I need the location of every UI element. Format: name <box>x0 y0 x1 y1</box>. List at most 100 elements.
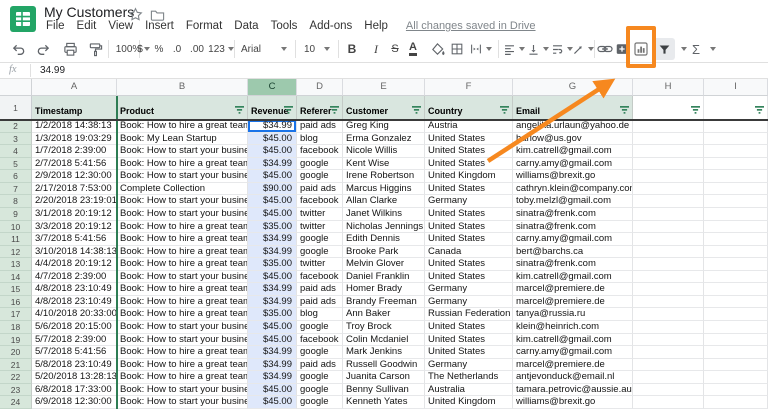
row-number-7[interactable]: 7 <box>0 183 32 196</box>
cell-c15[interactable]: $34.99 <box>248 283 297 296</box>
row-number-13[interactable]: 13 <box>0 258 32 271</box>
column-header-f[interactable]: F <box>425 79 513 96</box>
header-cell-product[interactable]: Product <box>117 96 248 120</box>
cell-g24[interactable]: williams@brexit.go <box>513 396 633 409</box>
cell-g7[interactable]: cathryn.klein@company.com <box>513 183 633 196</box>
cell-g3[interactable]: barlow@us.gov <box>513 133 633 146</box>
cell-i2[interactable] <box>704 120 768 133</box>
menu-item-file[interactable]: File <box>40 20 71 32</box>
cell-b11[interactable]: Book: How to hire a great team? <box>117 233 248 246</box>
vertical-align-button[interactable] <box>525 36 551 62</box>
cell-a16[interactable]: 4/8/2018 23:10:49 <box>32 296 117 309</box>
cell-b15[interactable]: Book: How to hire a great team? <box>117 283 248 296</box>
cell-d6[interactable]: google <box>297 170 343 183</box>
cell-h12[interactable] <box>633 246 704 259</box>
cell-b9[interactable]: Book: How to start your business? <box>117 208 248 221</box>
filter-icon[interactable] <box>500 106 509 114</box>
cell-d4[interactable]: facebook <box>297 145 343 158</box>
filter-icon[interactable] <box>412 106 421 114</box>
cell-b5[interactable]: Book: How to hire a great team? <box>117 158 248 171</box>
cell-f9[interactable]: United States <box>425 208 513 221</box>
cell-b6[interactable]: Book: How to start your business? <box>117 170 248 183</box>
header-cell-revenue[interactable]: Revenue <box>248 96 297 120</box>
cell-b22[interactable]: Book: How to hire a great team? <box>117 371 248 384</box>
row-number-14[interactable]: 14 <box>0 271 32 284</box>
cell-b23[interactable]: Book: How to start your business? <box>117 384 248 397</box>
cell-a19[interactable]: 5/7/2018 2:39:00 <box>32 334 117 347</box>
filter-menu-caret[interactable] <box>677 36 687 62</box>
cell-e10[interactable]: Nicholas Jennings <box>343 221 425 234</box>
cell-d10[interactable]: twitter <box>297 221 343 234</box>
cell-c3[interactable]: $45.00 <box>248 133 297 146</box>
cell-a17[interactable]: 4/10/2018 20:33:00 <box>32 308 117 321</box>
cell-c6[interactable]: $45.00 <box>248 170 297 183</box>
functions-button[interactable]: Σ <box>688 36 704 62</box>
cell-f4[interactable]: United States <box>425 145 513 158</box>
cell-b17[interactable]: Book: How to hire a great team? <box>117 308 248 321</box>
cell-e7[interactable]: Marcus Higgins <box>343 183 425 196</box>
cell-d17[interactable]: blog <box>297 308 343 321</box>
cell-d23[interactable]: google <box>297 384 343 397</box>
cell-i11[interactable] <box>704 233 768 246</box>
cell-e24[interactable]: Kenneth Yates <box>343 396 425 409</box>
cell-g14[interactable]: kim.catrell@gmail.com <box>513 271 633 284</box>
filter-icon[interactable] <box>620 106 629 114</box>
cell-f10[interactable]: United States <box>425 221 513 234</box>
cell-f12[interactable]: Canada <box>425 246 513 259</box>
cell-g11[interactable]: carny.amy@gmail.com <box>513 233 633 246</box>
cell-a23[interactable]: 6/8/2018 17:33:00 <box>32 384 117 397</box>
row-number-11[interactable]: 11 <box>0 233 32 246</box>
cell-e2[interactable]: Greg King <box>343 120 425 133</box>
cell-a9[interactable]: 3/1/2018 20:19:12 <box>32 208 117 221</box>
cell-b10[interactable]: Book: How to hire a great team? <box>117 221 248 234</box>
cell-g21[interactable]: marcel@premiere.de <box>513 359 633 372</box>
cell-a22[interactable]: 5/20/2018 13:28:13 <box>32 371 117 384</box>
save-status-link[interactable]: All changes saved in Drive <box>406 20 536 32</box>
paint-format-button[interactable] <box>85 36 105 62</box>
cell-i21[interactable] <box>704 359 768 372</box>
cell-i13[interactable] <box>704 258 768 271</box>
cell-c23[interactable]: $45.00 <box>248 384 297 397</box>
cell-f14[interactable]: United States <box>425 271 513 284</box>
cell-h17[interactable] <box>633 308 704 321</box>
row-number-22[interactable]: 22 <box>0 371 32 384</box>
cell-i18[interactable] <box>704 321 768 334</box>
cell-d12[interactable]: google <box>297 246 343 259</box>
cell-h6[interactable] <box>633 170 704 183</box>
cell-f15[interactable]: Germany <box>425 283 513 296</box>
cell-f21[interactable]: Germany <box>425 359 513 372</box>
menu-item-insert[interactable]: Insert <box>139 20 180 32</box>
cell-e11[interactable]: Edith Dennis <box>343 233 425 246</box>
cell-h9[interactable] <box>633 208 704 221</box>
cell-d21[interactable]: paid ads <box>297 359 343 372</box>
row-number-16[interactable]: 16 <box>0 296 32 309</box>
insert-comment-button[interactable] <box>614 36 630 62</box>
cell-b21[interactable]: Book: How to hire a great team? <box>117 359 248 372</box>
cell-f18[interactable]: United States <box>425 321 513 334</box>
cell-i17[interactable] <box>704 308 768 321</box>
cell-c24[interactable]: $45.00 <box>248 396 297 409</box>
cell-f20[interactable]: United States <box>425 346 513 359</box>
cell-a20[interactable]: 5/7/2018 5:41:56 <box>32 346 117 359</box>
menu-item-edit[interactable]: Edit <box>71 20 103 32</box>
cell-g19[interactable]: kim.catrell@gmail.com <box>513 334 633 347</box>
header-cell-email[interactable]: Email <box>513 96 633 120</box>
cell-i8[interactable] <box>704 195 768 208</box>
cell-b19[interactable]: Book: How to start your business? <box>117 334 248 347</box>
cell-h4[interactable] <box>633 145 704 158</box>
header-cell-customer[interactable]: Customer <box>343 96 425 120</box>
cell-e13[interactable]: Melvin Glover <box>343 258 425 271</box>
row-number-23[interactable]: 23 <box>0 384 32 397</box>
cell-c9[interactable]: $45.00 <box>248 208 297 221</box>
cell-e21[interactable]: Russell Goodwin <box>343 359 425 372</box>
font-size-select[interactable]: 10 <box>300 36 334 62</box>
cell-g5[interactable]: carny.amy@gmail.com <box>513 158 633 171</box>
create-filter-button[interactable] <box>653 38 675 60</box>
column-header-c[interactable]: C <box>248 79 297 96</box>
cell-a11[interactable]: 3/7/2018 5:41:56 <box>32 233 117 246</box>
cell-d9[interactable]: twitter <box>297 208 343 221</box>
cell-i19[interactable] <box>704 334 768 347</box>
cell-a14[interactable]: 4/7/2018 2:39:00 <box>32 271 117 284</box>
cell-c19[interactable]: $45.00 <box>248 334 297 347</box>
cell-e12[interactable]: Brooke Park <box>343 246 425 259</box>
